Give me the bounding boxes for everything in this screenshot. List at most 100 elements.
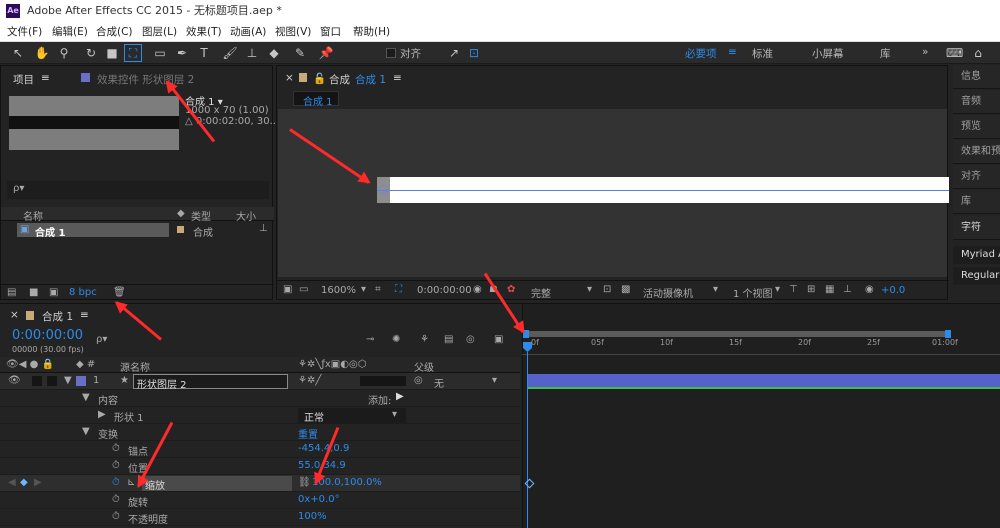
frame-blending-icon[interactable]: ▤ bbox=[444, 334, 453, 345]
selection-tool-icon[interactable]: ↖ bbox=[10, 45, 26, 61]
flowchart-icon[interactable]: ⊥ bbox=[259, 223, 268, 234]
comp-menu-icon[interactable]: ≡ bbox=[393, 72, 402, 84]
current-time-display[interactable]: 0:00:00:00 bbox=[417, 285, 472, 296]
layer-label-swatch[interactable] bbox=[76, 376, 86, 386]
workspace-library[interactable]: 库 bbox=[880, 46, 891, 61]
transparency-grid-icon[interactable]: ▩ bbox=[621, 284, 630, 295]
col-size[interactable]: 大小 bbox=[236, 208, 256, 223]
tab-project[interactable]: 项目 bbox=[13, 72, 34, 87]
prop-row-scale[interactable]: ◀ ◆ ▶ ⏱ ⊾ 缩放 ⛓ 100.0,100.0% bbox=[0, 475, 520, 492]
timeline-search-input[interactable]: ρ▾ bbox=[96, 334, 107, 345]
pan-behind-tool-icon[interactable]: ⛶ bbox=[124, 44, 142, 62]
shape-row[interactable]: ▶ 形状 1 正常 ▾ bbox=[0, 407, 520, 424]
resolution-arrow-icon[interactable]: ▾ bbox=[587, 284, 592, 295]
zoom-tool-icon[interactable]: ⚲ bbox=[56, 45, 72, 61]
puppet-pin-tool-icon[interactable]: 📌 bbox=[318, 45, 334, 61]
reset-transform-link[interactable]: 重置 bbox=[298, 426, 318, 441]
font-family-field[interactable]: Myriad A bbox=[953, 246, 1000, 264]
prop-row-opacity[interactable]: ⏱ 不透明度 100% bbox=[0, 509, 520, 526]
workspace-more[interactable]: » bbox=[922, 46, 928, 58]
lock-icon[interactable]: 🔓 bbox=[313, 72, 326, 85]
menu-window[interactable]: 窗口 bbox=[320, 22, 341, 42]
stopwatch-icon[interactable]: ⏱ bbox=[112, 494, 120, 505]
layer-switches-icons[interactable]: ⚘✲╱ bbox=[298, 375, 321, 386]
hand-tool-icon[interactable]: ✋ bbox=[34, 45, 50, 61]
parent-dropdown[interactable]: 无 bbox=[434, 375, 444, 390]
layer-3d-switches[interactable] bbox=[360, 376, 406, 386]
blend-mode-dropdown[interactable]: 正常 ▾ bbox=[298, 408, 406, 424]
add-keyframe-icon[interactable]: ◆ bbox=[20, 477, 28, 488]
prop-value[interactable]: -454.4,0.9 bbox=[298, 443, 349, 454]
hide-shy-icon[interactable]: ⚘ bbox=[420, 334, 429, 345]
zoom-dropdown[interactable]: 1600% bbox=[321, 285, 356, 296]
fast-preview-icon[interactable]: ⊡ bbox=[603, 284, 611, 295]
font-style-field[interactable]: Regular bbox=[953, 267, 1000, 285]
snap-options-icon[interactable]: ⊡ bbox=[466, 45, 482, 61]
rotation-tool-icon[interactable]: ↻ bbox=[83, 45, 99, 61]
tab-composition-name[interactable]: 合成 1 bbox=[355, 72, 386, 87]
workspace-essentials[interactable]: 必要项 bbox=[685, 46, 717, 61]
interpret-footage-icon[interactable]: ▤ bbox=[7, 287, 16, 298]
expand-layer-icon[interactable]: ▼ bbox=[64, 375, 72, 386]
col-type[interactable]: 类型 bbox=[191, 208, 211, 223]
expand-contents-icon[interactable]: ▼ bbox=[82, 392, 90, 403]
flowchart-view-icon[interactable]: ⊥ bbox=[843, 284, 852, 295]
align-panel-tab[interactable]: 对齐 bbox=[953, 165, 1000, 189]
project-item-comp[interactable]: ▣ 合成 1 bbox=[17, 223, 169, 239]
align-checkbox[interactable] bbox=[386, 48, 396, 58]
menu-layer[interactable]: 图层(L) bbox=[142, 22, 177, 42]
preview-panel-tab[interactable]: 预览 bbox=[953, 115, 1000, 139]
menu-view[interactable]: 视图(V) bbox=[275, 22, 311, 42]
layer-name-field[interactable]: 形状图层 2 bbox=[133, 374, 288, 391]
always-preview-icon[interactable]: ▣ bbox=[283, 284, 292, 295]
library-panel-tab[interactable]: 库 bbox=[953, 190, 1000, 214]
parent-dropdown-arrow-icon[interactable]: ▾ bbox=[492, 375, 497, 386]
add-menu-icon[interactable]: ▶ bbox=[396, 391, 404, 402]
project-menu-icon[interactable]: ≡ bbox=[41, 72, 50, 84]
brush-tool-icon[interactable]: 🖌 bbox=[222, 45, 238, 61]
motion-blur-icon[interactable]: ◎ bbox=[466, 334, 475, 345]
audio-panel-tab[interactable]: 音频 bbox=[953, 90, 1000, 114]
tab-composition[interactable]: 合成 bbox=[329, 72, 350, 87]
solo-switch[interactable] bbox=[32, 376, 42, 386]
stopwatch-active-icon[interactable]: ⏱ bbox=[112, 477, 120, 488]
lock-switch[interactable] bbox=[47, 376, 57, 386]
zoom-dropdown-arrow-icon[interactable]: ▾ bbox=[361, 284, 366, 295]
expand-transform-icon[interactable]: ▼ bbox=[82, 426, 90, 437]
channel-icon[interactable]: ✿ bbox=[507, 284, 515, 295]
next-keyframe-icon[interactable]: ▶ bbox=[34, 477, 42, 488]
stopwatch-icon[interactable]: ⏱ bbox=[112, 443, 120, 454]
fit-icon[interactable]: ⌗ bbox=[375, 284, 381, 295]
work-area-bar[interactable] bbox=[526, 331, 948, 337]
delete-icon[interactable]: 🗑 bbox=[113, 287, 126, 298]
bit-depth[interactable]: 8 bpc bbox=[69, 287, 97, 298]
workspace-menu-icon[interactable]: ≡ bbox=[728, 46, 737, 58]
layer-row[interactable]: 👁 ▼ 1 ★ 形状图层 2 ⚘✲╱ ◎ 无 ▾ bbox=[0, 373, 520, 391]
close-tab-icon[interactable]: × bbox=[285, 72, 294, 84]
tab-effect-controls[interactable]: 效果控件 形状图层 2 bbox=[97, 72, 194, 87]
pen-tool-icon[interactable]: ✒ bbox=[174, 45, 190, 61]
workspace-small-screen[interactable]: 小屏幕 bbox=[812, 46, 844, 61]
effects-presets-panel-tab[interactable]: 效果和预设 bbox=[953, 140, 1000, 164]
text-tool-icon[interactable]: T bbox=[196, 45, 212, 61]
3d-view-icon[interactable]: ⊞ bbox=[807, 284, 815, 295]
menu-effect[interactable]: 效果(T) bbox=[186, 22, 222, 42]
close-timeline-icon[interactable]: × bbox=[10, 309, 19, 321]
stopwatch-icon[interactable]: ⏱ bbox=[112, 460, 120, 471]
eraser-tool-icon[interactable]: ◆ bbox=[266, 45, 282, 61]
pickwhip-icon[interactable]: ◎ bbox=[414, 375, 423, 386]
new-comp-icon[interactable]: ▣ bbox=[49, 287, 58, 298]
expand-shape-icon[interactable]: ▶ bbox=[98, 409, 106, 420]
timeline-current-time[interactable]: 0:00:00:00 bbox=[12, 328, 83, 343]
resolution-dropdown[interactable]: 完整 bbox=[531, 285, 551, 300]
monitor-icon[interactable]: ▭ bbox=[299, 284, 308, 295]
eye-icon[interactable]: 👁 bbox=[8, 375, 21, 386]
stopwatch-icon[interactable]: ⏱ bbox=[112, 511, 120, 522]
col-name[interactable]: 名称 bbox=[23, 208, 43, 223]
menu-help[interactable]: 帮助(H) bbox=[353, 22, 390, 42]
prop-row-rotation[interactable]: ⏱ 旋转 0x+0.0° bbox=[0, 492, 520, 509]
toggle-pixel-icon[interactable]: ⊤ bbox=[789, 284, 798, 295]
col-parent[interactable]: 父级 bbox=[414, 359, 434, 374]
snapshot-icon[interactable]: ◉ bbox=[473, 284, 482, 295]
timeline-icon[interactable]: ▦ bbox=[825, 284, 834, 295]
